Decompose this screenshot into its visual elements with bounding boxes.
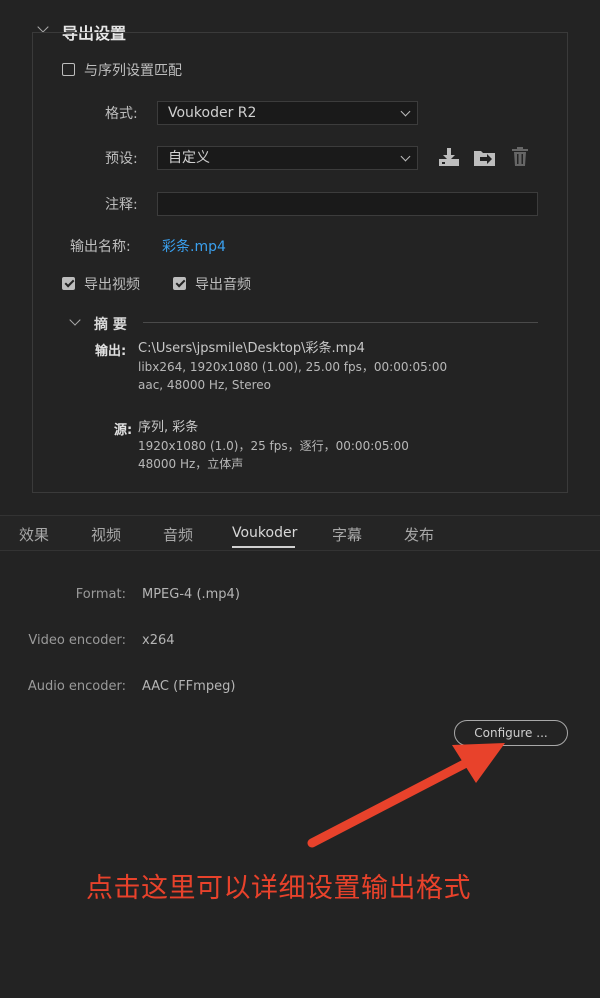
summary-output-block: C:\Users\jpsmile\Desktop\彩条.mp4 libx264,…: [138, 340, 447, 394]
format-select[interactable]: Voukoder R2: [157, 101, 418, 125]
tab-publish[interactable]: 发布: [404, 524, 434, 545]
output-name-link[interactable]: 彩条.mp4: [162, 236, 226, 256]
preset-select[interactable]: 自定义: [157, 146, 418, 170]
summary-output-label: 输出:: [95, 344, 127, 359]
summary-source-name: 序列, 彩条: [138, 420, 199, 435]
preset-value: 自定义: [168, 150, 210, 166]
comments-input[interactable]: [157, 192, 538, 216]
comments-label: 注释:: [105, 197, 138, 213]
vk-format-label: Format:: [75, 587, 126, 602]
save-preset-icon[interactable]: [438, 147, 460, 167]
annotation-arrow: [307, 743, 505, 848]
chevron-down-icon: [400, 151, 411, 162]
summary-output-video: libx264, 1920x1080 (1.00), 25.00 fps，00:…: [138, 360, 448, 374]
vk-audio-encoder-label: Audio encoder:: [27, 679, 126, 694]
collapse-export-settings-icon[interactable]: [37, 21, 49, 33]
summary-source-label: 源:: [114, 423, 133, 438]
active-tab-indicator: [232, 546, 295, 548]
format-value: Voukoder R2: [168, 105, 257, 121]
match-sequence-label: 与序列设置匹配: [84, 63, 182, 79]
tab-bar: 效果 视频 音频 Voukoder 字幕 发布: [0, 515, 600, 551]
export-video-checkbox[interactable]: [62, 277, 75, 290]
summary-source-video: 1920x1080 (1.0)，25 fps，逐行，00:00:05:00: [138, 439, 409, 453]
summary-output-audio: aac, 48000 Hz, Stereo: [138, 378, 271, 392]
vk-format-value: MPEG-4 (.mp4): [142, 587, 240, 602]
summary-source-block: 序列, 彩条 1920x1080 (1.0)，25 fps，逐行，00:00:0…: [138, 419, 409, 473]
match-sequence-checkbox[interactable]: [62, 63, 75, 76]
tab-audio[interactable]: 音频: [163, 524, 193, 545]
tab-video[interactable]: 视频: [91, 524, 121, 545]
summary-output-path: C:\Users\jpsmile\Desktop\彩条.mp4: [138, 341, 365, 356]
annotation-text: 点击这里可以详细设置输出格式: [86, 873, 471, 904]
export-video-label: 导出视频: [84, 277, 140, 293]
import-preset-icon[interactable]: [473, 147, 497, 168]
delete-preset-icon[interactable]: [511, 147, 529, 167]
summary-source-audio: 48000 Hz，立体声: [138, 457, 244, 471]
export-audio-label: 导出音频: [195, 277, 251, 293]
vk-audio-encoder-value: AAC (FFmpeg): [142, 679, 236, 694]
chevron-down-icon: [400, 106, 411, 117]
summary-title: 摘 要: [94, 317, 127, 333]
tab-captions[interactable]: 字幕: [332, 524, 362, 545]
format-label: 格式:: [105, 106, 138, 122]
output-name-label: 输出名称:: [70, 239, 131, 255]
vk-video-encoder-value: x264: [142, 633, 175, 648]
export-audio-checkbox[interactable]: [173, 277, 186, 290]
summary-divider: [143, 322, 538, 323]
tab-effects[interactable]: 效果: [19, 524, 49, 545]
vk-video-encoder-label: Video encoder:: [28, 633, 126, 648]
preset-label: 预设:: [105, 151, 138, 167]
tab-voukoder[interactable]: Voukoder: [232, 525, 297, 541]
